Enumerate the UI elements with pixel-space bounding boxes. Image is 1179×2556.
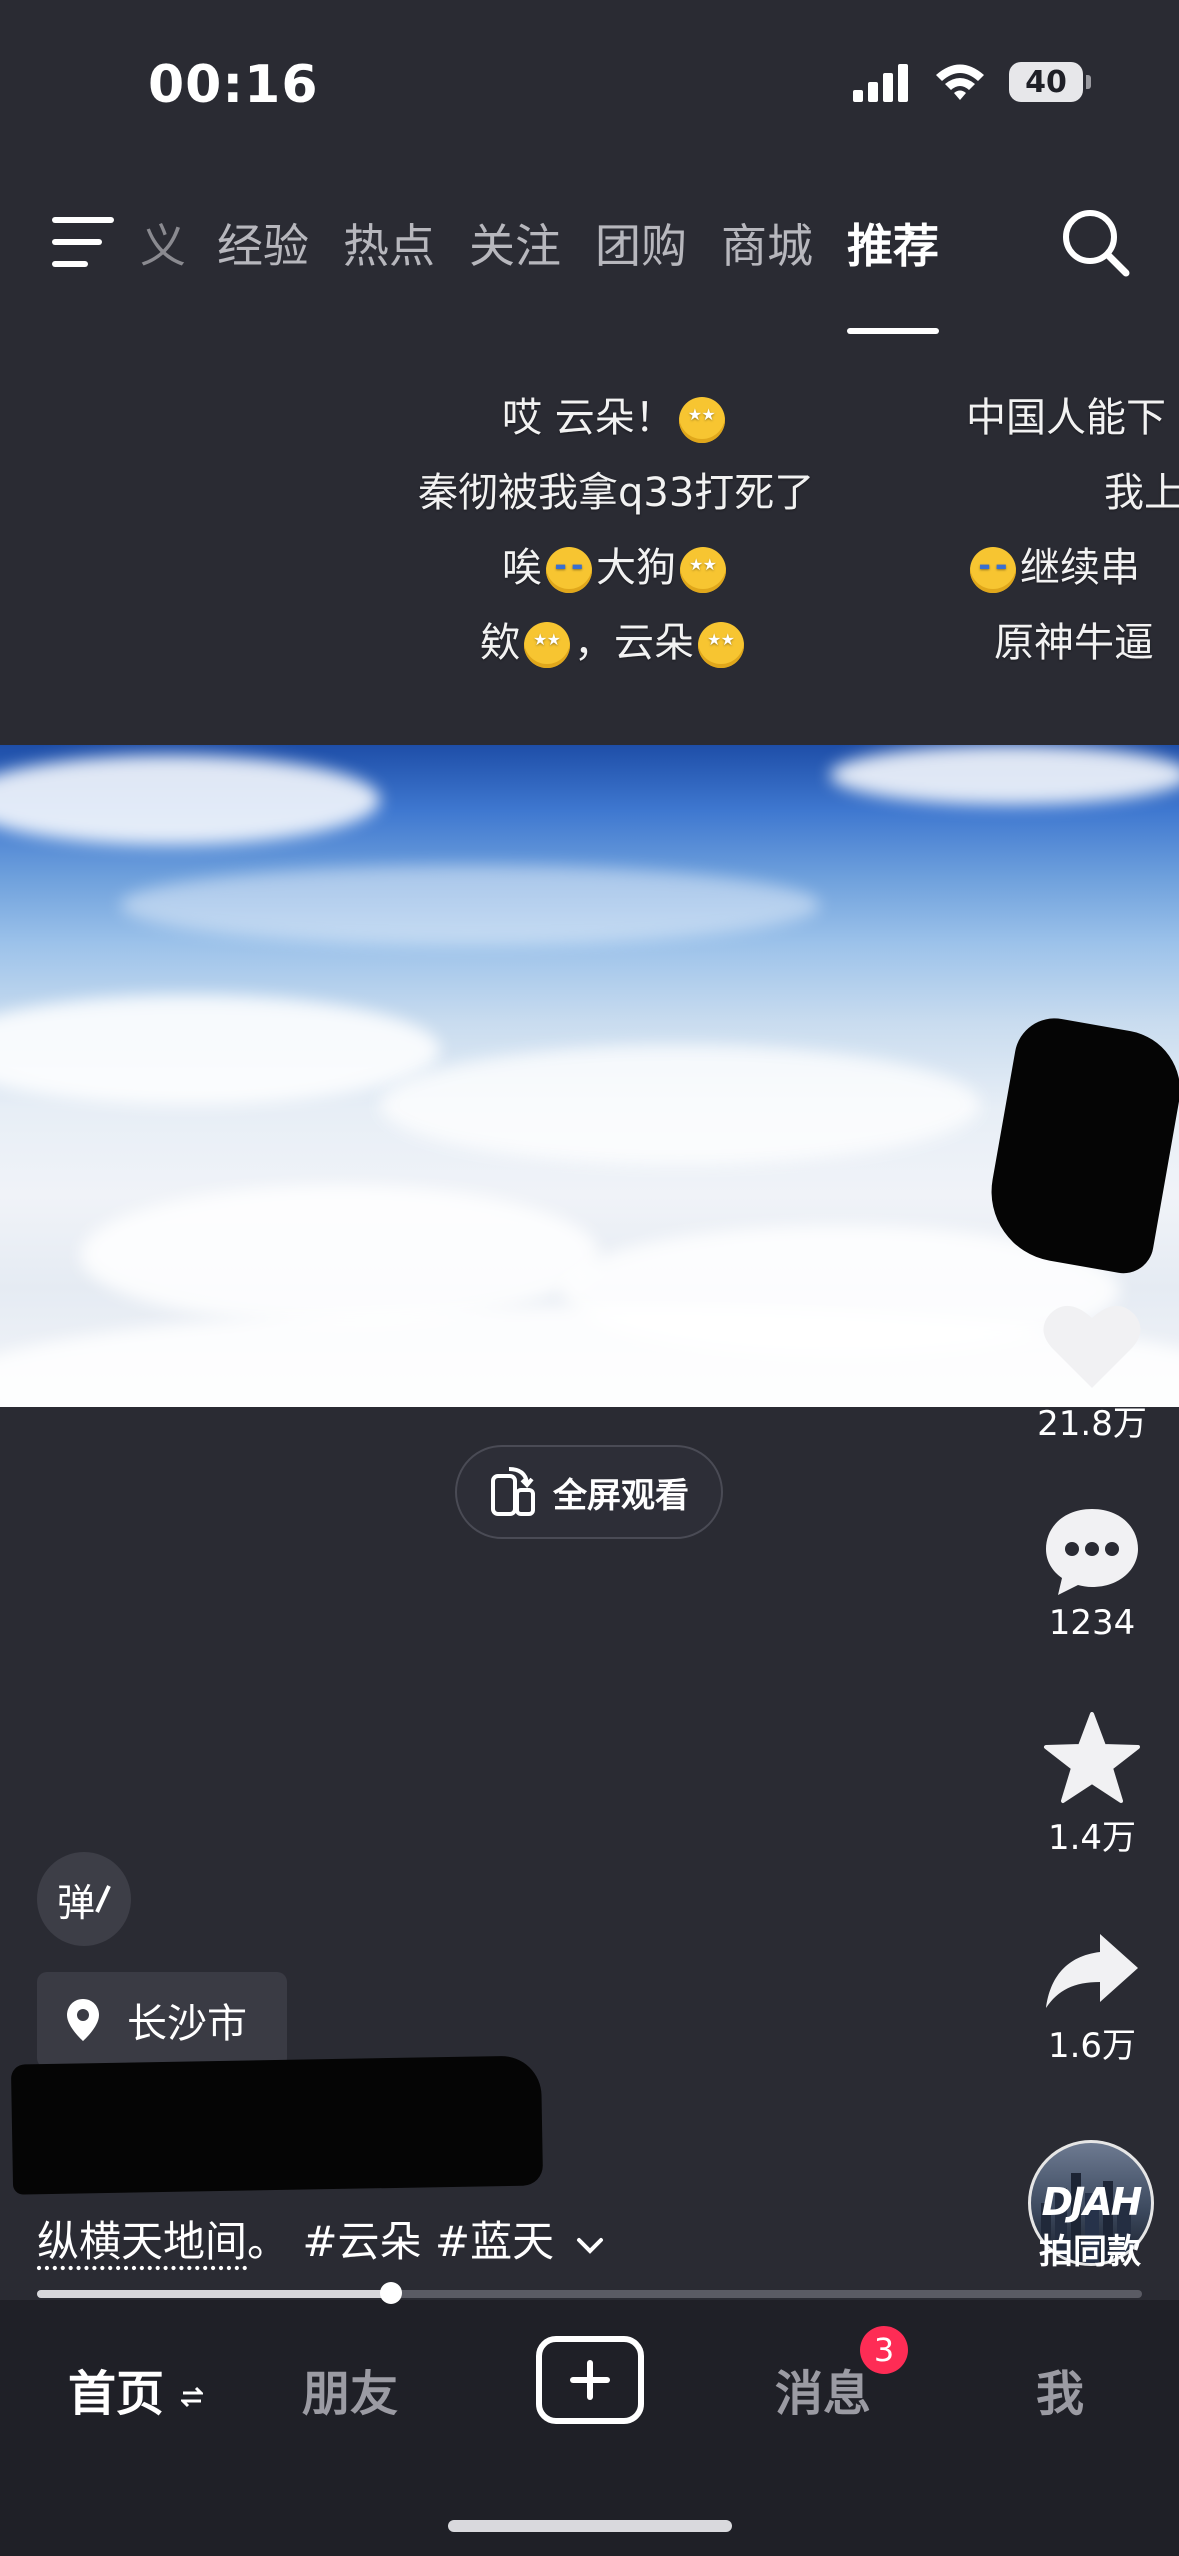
battery-indicator: 40 — [1009, 62, 1091, 102]
tab-hot[interactable]: 热点 — [326, 210, 452, 276]
star-eyes-emoji-icon — [680, 547, 726, 593]
favorite-count: 1.4万 — [1047, 1818, 1137, 1858]
redacted-username — [10, 2055, 544, 2195]
danmaku-toggle-button[interactable]: 弹 — [37, 1852, 131, 1946]
home-indicator — [448, 2520, 732, 2532]
redacted-area — [980, 1012, 1179, 1278]
share-button[interactable]: 1.6万 — [1032, 1930, 1152, 2067]
rotate-screen-icon — [491, 1467, 535, 1516]
danmaku-comment: 继续串 — [966, 535, 1140, 593]
avatar-logo-text: DJAH — [1041, 2180, 1143, 2224]
wink-emoji-icon — [546, 547, 592, 593]
same-style-label[interactable]: 拍同款 — [1020, 2224, 1160, 2273]
danmaku-comment: 原神牛逼 — [994, 620, 1154, 666]
create-post-button[interactable] — [536, 2336, 644, 2424]
fullscreen-button[interactable]: 全屏观看 — [455, 1445, 723, 1539]
danmaku-comment: 欸，云朵 — [480, 610, 748, 668]
top-tabs: 经验 热点 关注 团购 商城 推荐 — [200, 210, 956, 334]
nav-friends[interactable]: 朋友 — [302, 2354, 398, 2424]
like-button[interactable]: 21.8万 — [1032, 1300, 1152, 1445]
like-count: 21.8万 — [1037, 1404, 1147, 1444]
chevron-down-icon[interactable] — [575, 2236, 605, 2256]
plus-icon — [570, 2360, 610, 2400]
slash-icon — [95, 1885, 111, 1913]
share-count: 1.6万 — [1047, 2026, 1137, 2066]
tab-mall[interactable]: 商城 — [704, 210, 830, 276]
danmaku-toggle-label: 弹 — [56, 1880, 95, 1925]
wifi-icon — [936, 64, 984, 100]
search-icon[interactable] — [1060, 207, 1132, 279]
comment-count: 1234 — [1048, 1603, 1136, 1643]
star-eyes-emoji-icon — [698, 622, 744, 668]
location-pin-icon — [67, 1999, 99, 2041]
swap-arrows-icon — [179, 2386, 205, 2408]
laughing-emoji-icon — [970, 547, 1016, 593]
danmaku-comment: 中国人能下 — [966, 395, 1166, 441]
share-arrow-icon — [1046, 1934, 1138, 2008]
star-eyes-emoji-icon — [524, 622, 570, 668]
cellular-signal-icon — [853, 64, 908, 102]
danmaku-comment: 我上 — [1104, 470, 1179, 516]
star-eyes-emoji-icon — [678, 397, 725, 443]
tab-following[interactable]: 关注 — [452, 210, 578, 276]
nav-home[interactable]: 首页 — [68, 2354, 205, 2424]
progress-fill — [37, 2290, 391, 2298]
video-player[interactable] — [0, 745, 1179, 1407]
tab-group-buy[interactable]: 团购 — [578, 210, 704, 276]
fullscreen-label: 全屏观看 — [553, 1475, 689, 1516]
video-progress-bar[interactable] — [37, 2282, 1142, 2304]
location-label: 长沙市 — [127, 2001, 247, 2047]
star-icon — [1044, 1712, 1140, 1803]
messages-badge: 3 — [860, 2326, 908, 2374]
location-tag[interactable]: 长沙市 — [37, 1972, 287, 2068]
danmaku-comment: 秦彻被我拿q33打死了 — [418, 470, 815, 516]
video-caption[interactable]: 纵横天地间。 #云朵 #蓝天 — [37, 2208, 605, 2269]
tab-experience[interactable]: 经验 — [200, 210, 326, 276]
status-time: 00:16 — [148, 55, 319, 115]
nav-me[interactable]: 我 — [1036, 2354, 1084, 2424]
nav-messages[interactable]: 消息 — [775, 2354, 871, 2424]
status-icons: 40 — [853, 62, 1091, 102]
tab-partial[interactable]: 义 — [140, 210, 186, 276]
heart-icon — [1043, 1305, 1141, 1388]
menu-icon[interactable] — [52, 215, 114, 269]
favorite-button[interactable]: 1.4万 — [1032, 1712, 1152, 1859]
danmaku-comment: 哎 云朵！ — [502, 385, 729, 443]
comment-icon — [1046, 1509, 1138, 1595]
progress-handle[interactable] — [379, 2282, 402, 2304]
danmaku-comment: 唉大狗 — [502, 535, 730, 593]
tab-recommended[interactable]: 推荐 — [830, 210, 956, 334]
comment-button[interactable]: 1234 — [1032, 1505, 1152, 1643]
